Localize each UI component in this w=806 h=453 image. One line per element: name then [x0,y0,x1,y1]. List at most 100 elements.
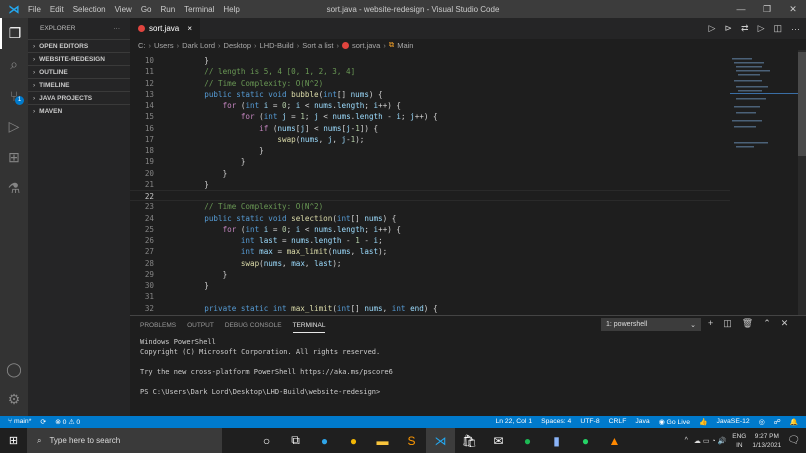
close-tab-icon[interactable]: × [187,24,192,33]
breadcrumb-item[interactable]: sort.java [352,41,380,50]
code-line[interactable]: 22 [130,190,730,202]
menu-view[interactable]: View [115,5,132,14]
notes-icon[interactable]: ▮ [542,428,571,453]
section-timeline[interactable]: › TIMELINE [28,78,130,91]
show-hidden-icons[interactable]: ^ [685,437,688,444]
problems-status[interactable]: ⊗ 0 ⚠ 0 [55,418,80,426]
account-icon[interactable]: ◯ [0,354,28,385]
tab-problems[interactable]: PROBLEMS [140,322,176,333]
more-icon[interactable]: ··· [791,24,800,34]
code-line[interactable]: 32 private static int max_limit(int[] nu… [130,303,730,314]
menu-file[interactable]: File [28,5,41,14]
code-line[interactable]: 27 int max = max_limit(nums, last); [130,246,730,257]
spotify-icon[interactable]: ● [513,428,542,453]
code-line[interactable]: 24 public static void selection(int[] nu… [130,213,730,224]
code-line[interactable]: 26 int last = nums.length - 1 - i; [130,235,730,246]
code-line[interactable]: 31 [130,291,730,302]
section-website-redesign[interactable]: › WEBSITE-REDESIGN [28,52,130,65]
branch-status[interactable]: ⑂ main* [8,418,31,426]
code-line[interactable]: 16 if (nums[j] < nums[j-1]) { [130,123,730,134]
run-debug-icon[interactable]: ▷ [0,111,28,142]
cortana-icon[interactable]: ○ [252,428,281,453]
thumbs-up-icon[interactable]: 👍 [699,418,707,426]
code-line[interactable]: 12 // Time Complexity: O(N^2) [130,78,730,89]
terminal-select[interactable]: 1: powershell ⌄ [601,318,701,331]
sublime-icon[interactable]: S [397,428,426,453]
bell-icon[interactable]: 🔔 [790,418,798,426]
code-line[interactable]: 10 } [130,55,730,66]
trash-icon[interactable]: 🗑 [742,318,753,329]
more-actions-button[interactable]: ··· [114,25,121,32]
testing-icon[interactable]: ⚗ [0,173,28,204]
breadcrumb-item[interactable]: Dark Lord [182,41,215,50]
split-editor-icon[interactable]: ◫ [773,23,782,34]
code-editor[interactable]: 10 } 11 // length is 5, 4 [0, 1, 2, 3, 4]… [130,55,730,313]
run-java-icon[interactable]: ▷ [709,23,716,34]
tab-sort-java[interactable]: sort.java × [130,18,200,39]
compare-changes-icon[interactable]: ⇄ [741,23,749,34]
tab-terminal[interactable]: TERMINAL [292,322,326,333]
section-outline[interactable]: › OUTLINE [28,65,130,78]
scrollbar-thumb[interactable] [798,52,806,156]
language-indicator[interactable]: ENG IN [732,432,746,450]
encoding[interactable]: UTF-8 [580,418,599,426]
gear-icon[interactable]: ⚙ [0,384,28,415]
clock[interactable]: 9:27 PM 1/13/2021 [752,432,781,450]
cursor-position[interactable]: Ln 22, Col 1 [495,418,532,426]
code-line[interactable]: 13 public static void bubble(int[] nums)… [130,89,730,100]
menu-terminal[interactable]: Terminal [184,5,214,14]
code-line[interactable]: 11 // length is 5, 4 [0, 1, 2, 3, 4] [130,66,730,77]
code-line[interactable]: 28 swap(nums, max, last); [130,258,730,269]
code-line[interactable]: 19 } [130,156,730,167]
terminal-output[interactable]: Windows PowerShell Copyright (C) Microsof… [140,337,393,397]
task-view-icon[interactable]: ⧉ [281,428,310,453]
indentation[interactable]: Spaces: 4 [541,418,571,426]
menu-help[interactable]: Help [223,5,239,14]
menu-go[interactable]: Go [141,5,152,14]
chrome-icon[interactable]: ● [339,428,368,453]
split-terminal-icon[interactable]: ◫ [723,318,732,329]
close-panel-icon[interactable]: ✕ [781,318,789,329]
debug-java-icon[interactable]: ⊳ [724,23,732,34]
notifications-icon[interactable]: 🗨 [787,435,800,446]
menu-run[interactable]: Run [160,5,175,14]
whatsapp-icon[interactable]: ● [571,428,600,453]
menu-edit[interactable]: Edit [50,5,64,14]
explorer-icon[interactable]: ❐ [0,18,28,49]
run-icon[interactable]: ▷ [758,23,765,34]
breadcrumb-item[interactable]: LHD-Build [260,41,294,50]
search-icon[interactable]: ⌕ [0,49,28,80]
store-icon[interactable]: 🛍 [455,428,484,453]
code-line[interactable]: 15 for (int j = 1; j < nums.length - i; … [130,111,730,122]
minimap[interactable] [730,50,798,315]
breadcrumb-item[interactable]: C: [138,41,146,50]
mail-icon[interactable]: ✉ [484,428,513,453]
taskbar-search[interactable]: ⌕ Type here to search [27,428,222,453]
tray-icons[interactable]: ☁ ▭ ◔ 🔊 [694,437,726,445]
language-mode[interactable]: Java [635,418,649,426]
code-line[interactable]: 29 } [130,269,730,280]
breadcrumb-item[interactable]: Main [397,41,413,50]
extensions-icon[interactable]: ⊞ [0,142,28,173]
tab-debug-console[interactable]: DEBUG CONSOLE [225,322,282,333]
code-line[interactable]: 20 } [130,168,730,179]
breadcrumb-item[interactable]: Sort a list [302,41,333,50]
section-open-editors[interactable]: › OPEN EDITORS [28,39,130,52]
minimize-button[interactable]: — [728,0,754,18]
new-terminal-icon[interactable]: + [708,318,713,329]
close-window-button[interactable]: ✕ [780,0,806,18]
maximize-button[interactable]: ❐ [754,0,780,18]
code-line[interactable]: 25 for (int i = 0; i < nums.length; i++)… [130,224,730,235]
code-line[interactable]: 23 // Time Complexity: O(N^2) [130,201,730,212]
section-maven[interactable]: › MAVEN [28,104,130,117]
breadcrumb-item[interactable]: Users [154,41,174,50]
java-version[interactable]: JavaSE-12 [716,418,749,426]
file-explorer-icon[interactable]: ▬ [368,428,397,453]
sync-icon[interactable]: ⟳ [40,418,46,426]
tab-output[interactable]: OUTPUT [187,322,214,333]
code-line[interactable]: 14 for (int i = 0; i < nums.length; i++)… [130,100,730,111]
maximize-panel-icon[interactable]: ⌃ [763,318,771,329]
edge-icon[interactable]: ● [310,428,339,453]
line-ending[interactable]: CRLF [609,418,627,426]
source-control-icon[interactable]: ⑂ 1 [0,80,28,111]
